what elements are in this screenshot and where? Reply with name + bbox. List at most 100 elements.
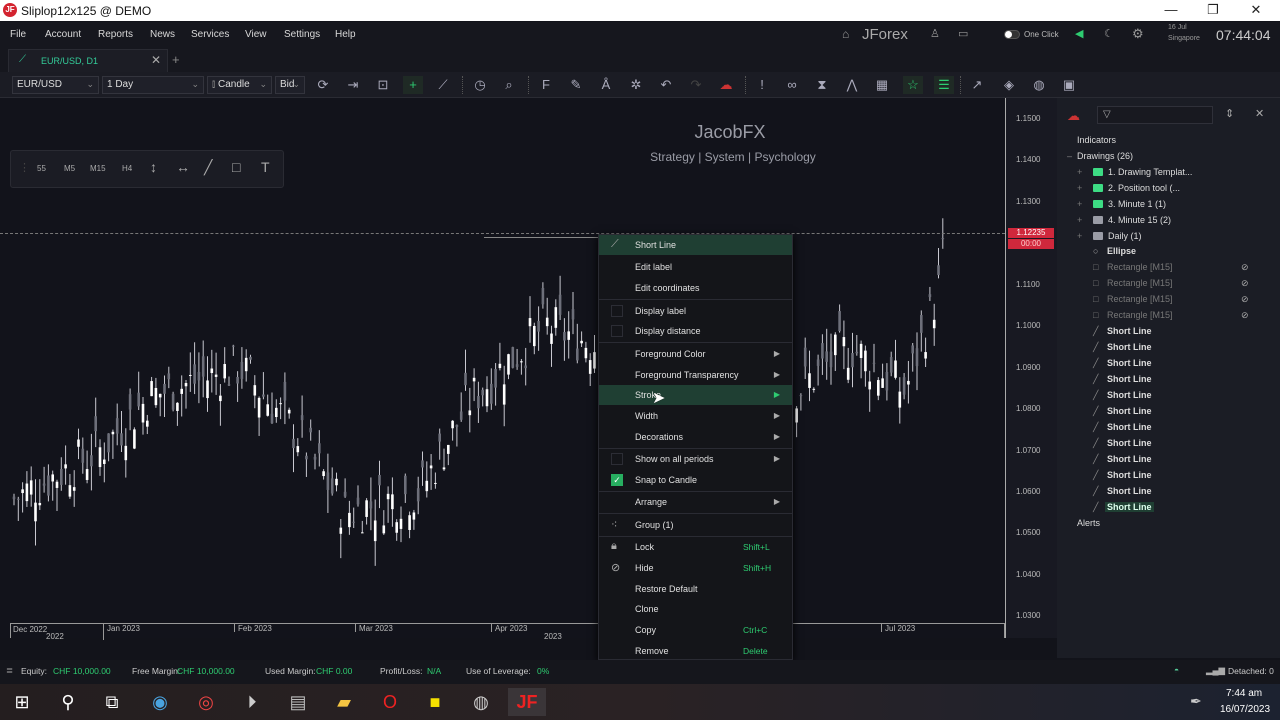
- line-icon[interactable]: ╱: [204, 159, 212, 176]
- menu-copy[interactable]: Copy Ctrl+C: [599, 620, 792, 640]
- minimize-button[interactable]: —: [1156, 2, 1186, 17]
- compass-icon[interactable]: Å: [596, 76, 616, 94]
- moon-icon[interactable]: ☾: [1104, 27, 1114, 40]
- menu-hide[interactable]: ⊘ Hide Shift+H: [599, 558, 792, 578]
- user-icon[interactable]: ♙: [930, 27, 940, 40]
- unlock-icon[interactable]: ⊡: [373, 76, 393, 94]
- menu-lock[interactable]: 🔒︎ Lock Shift+L: [599, 537, 792, 557]
- menu-remove[interactable]: Remove Delete: [599, 641, 792, 661]
- expand-icon[interactable]: +: [1077, 231, 1082, 241]
- drawing-item-rectangle[interactable]: Rectangle [M15]: [1107, 310, 1173, 320]
- side-select[interactable]: Bid ⌄: [275, 76, 305, 94]
- save-icon[interactable]: ▣: [1059, 76, 1079, 94]
- calendar-icon[interactable]: ▦: [872, 76, 892, 94]
- menu-file[interactable]: File: [10, 29, 26, 40]
- search-icon[interactable]: ⚲: [53, 688, 83, 716]
- expand-icon[interactable]: +: [1077, 199, 1082, 209]
- menu-display-distance[interactable]: Display distance: [599, 321, 792, 341]
- menu-decorations[interactable]: Decorations ▶: [599, 427, 792, 447]
- menu-stroke[interactable]: Stroke ▶: [599, 385, 792, 405]
- checkbox[interactable]: [611, 325, 623, 337]
- restore-button[interactable]: ❐: [1198, 2, 1228, 18]
- drawing-folder[interactable]: 3. Minute 1 (1): [1108, 199, 1166, 209]
- undo-icon[interactable]: ↶: [656, 76, 676, 94]
- hourglass-icon[interactable]: ⧗: [812, 76, 832, 94]
- drawing-item-ellipse[interactable]: Ellipse: [1107, 246, 1136, 256]
- opera-icon[interactable]: O: [375, 688, 405, 716]
- menu-account[interactable]: Account: [45, 29, 81, 40]
- ruler-icon[interactable]: ⟋: [433, 76, 453, 94]
- glasses-icon[interactable]: ∞: [782, 76, 802, 94]
- star-icon[interactable]: ☆: [903, 76, 923, 94]
- cloud-icon[interactable]: ☁: [1067, 108, 1080, 124]
- menu-restore-default[interactable]: Restore Default: [599, 579, 792, 599]
- shift-chart-icon[interactable]: ⇥: [343, 76, 363, 94]
- cloud-icon[interactable]: ☁: [716, 76, 736, 94]
- menu-edit-coordinates[interactable]: Edit coordinates: [599, 278, 792, 298]
- indicators-node[interactable]: Indicators: [1077, 135, 1116, 145]
- period-m15[interactable]: M15: [90, 164, 106, 173]
- menu-arrange[interactable]: Arrange ▶: [599, 492, 792, 512]
- drawing-item-short-line[interactable]: Short Line: [1105, 422, 1154, 432]
- expand-icon[interactable]: +: [1077, 183, 1082, 193]
- windows-start-icon[interactable]: ⊞: [7, 688, 37, 716]
- task-view-icon[interactable]: ⧉: [97, 688, 127, 716]
- drawing-item-short-line[interactable]: Short Line: [1105, 358, 1154, 368]
- one-click-toggle[interactable]: [1004, 30, 1020, 39]
- menu-group[interactable]: ⁖ Group (1): [599, 515, 792, 535]
- media-player-icon[interactable]: ⏵: [237, 688, 267, 716]
- menu-width[interactable]: Width ▶: [599, 406, 792, 426]
- file-explorer-icon[interactable]: ▰: [329, 688, 359, 716]
- add-tab-button[interactable]: +: [172, 52, 180, 67]
- menu-display-label[interactable]: Display label: [599, 301, 792, 321]
- jforex-taskbar-icon[interactable]: JF: [508, 688, 546, 716]
- chat-icon[interactable]: ▭: [958, 27, 968, 40]
- period-m5[interactable]: M5: [64, 164, 75, 173]
- checkbox[interactable]: [611, 305, 623, 317]
- menu-show-on-all-periods[interactable]: Show on all periods ▶: [599, 449, 792, 469]
- drawing-folder[interactable]: 2. Position tool (...: [1108, 183, 1180, 193]
- menu-snap-to-candle[interactable]: ✓ Snap to Candle: [599, 470, 792, 490]
- vertical-arrows-icon[interactable]: ↕: [150, 159, 157, 175]
- filter-input[interactable]: ▽: [1097, 106, 1213, 124]
- menu-edit-label[interactable]: Edit label: [599, 257, 792, 277]
- period-55[interactable]: 55: [37, 164, 46, 173]
- layers-icon[interactable]: ◈: [999, 76, 1019, 94]
- chrome-icon[interactable]: ◎: [191, 688, 221, 716]
- rectangle-icon[interactable]: □: [232, 159, 240, 175]
- redo-icon[interactable]: ↷: [686, 76, 706, 94]
- menu-foreground-color[interactable]: Foreground Color ▶: [599, 344, 792, 364]
- menu-services[interactable]: Services: [191, 29, 229, 40]
- tab-eurusd-d1[interactable]: ⟋ EUR/USD, D1 ✕: [8, 49, 168, 72]
- computer-icon[interactable]: ▤: [283, 688, 313, 716]
- drawing-item-short-line[interactable]: Short Line: [1105, 342, 1154, 352]
- drawing-item-short-line[interactable]: Short Line: [1105, 374, 1154, 384]
- close-button[interactable]: ✕: [1241, 2, 1271, 18]
- period-select[interactable]: 1 Day ⌄: [102, 76, 204, 94]
- checkbox[interactable]: [611, 453, 623, 465]
- drawing-item-short-line[interactable]: Short Line: [1105, 390, 1154, 400]
- chart-type-select[interactable]: ⫾ Candle ⌄: [207, 76, 272, 94]
- menu-settings[interactable]: Settings: [284, 29, 320, 40]
- drawing-item-short-line[interactable]: Short Line: [1105, 406, 1154, 416]
- menu-view[interactable]: View: [245, 29, 267, 40]
- drawing-item-rectangle[interactable]: Rectangle [M15]: [1107, 262, 1173, 272]
- horizontal-arrows-icon[interactable]: ↔: [176, 159, 190, 175]
- pencil-icon[interactable]: ✎: [566, 76, 586, 94]
- alert-icon[interactable]: !: [752, 76, 772, 94]
- zoom-icon[interactable]: ⌕: [499, 76, 519, 94]
- drawing-item-short-line[interactable]: Short Line: [1105, 438, 1154, 448]
- sticky-notes-icon[interactable]: ■: [420, 688, 450, 716]
- menu-reports[interactable]: Reports: [98, 29, 133, 40]
- collapse-all-icon[interactable]: ✕: [1255, 107, 1264, 120]
- drawing-item-short-line[interactable]: Short Line: [1105, 326, 1154, 336]
- drawing-folder[interactable]: Daily (1): [1108, 231, 1142, 241]
- expand-icon[interactable]: +: [1077, 167, 1082, 177]
- gear-icon[interactable]: ⚙: [1132, 26, 1144, 42]
- pen-icon[interactable]: ✒: [1190, 693, 1202, 710]
- drawing-item-short-line[interactable]: Short Line: [1105, 502, 1154, 512]
- drag-handle[interactable]: ⋮: [19, 161, 30, 174]
- sound-icon[interactable]: ◀: [1075, 27, 1083, 40]
- indicator-fx-icon[interactable]: F: [536, 76, 556, 94]
- trend-icon[interactable]: ↗: [967, 76, 987, 94]
